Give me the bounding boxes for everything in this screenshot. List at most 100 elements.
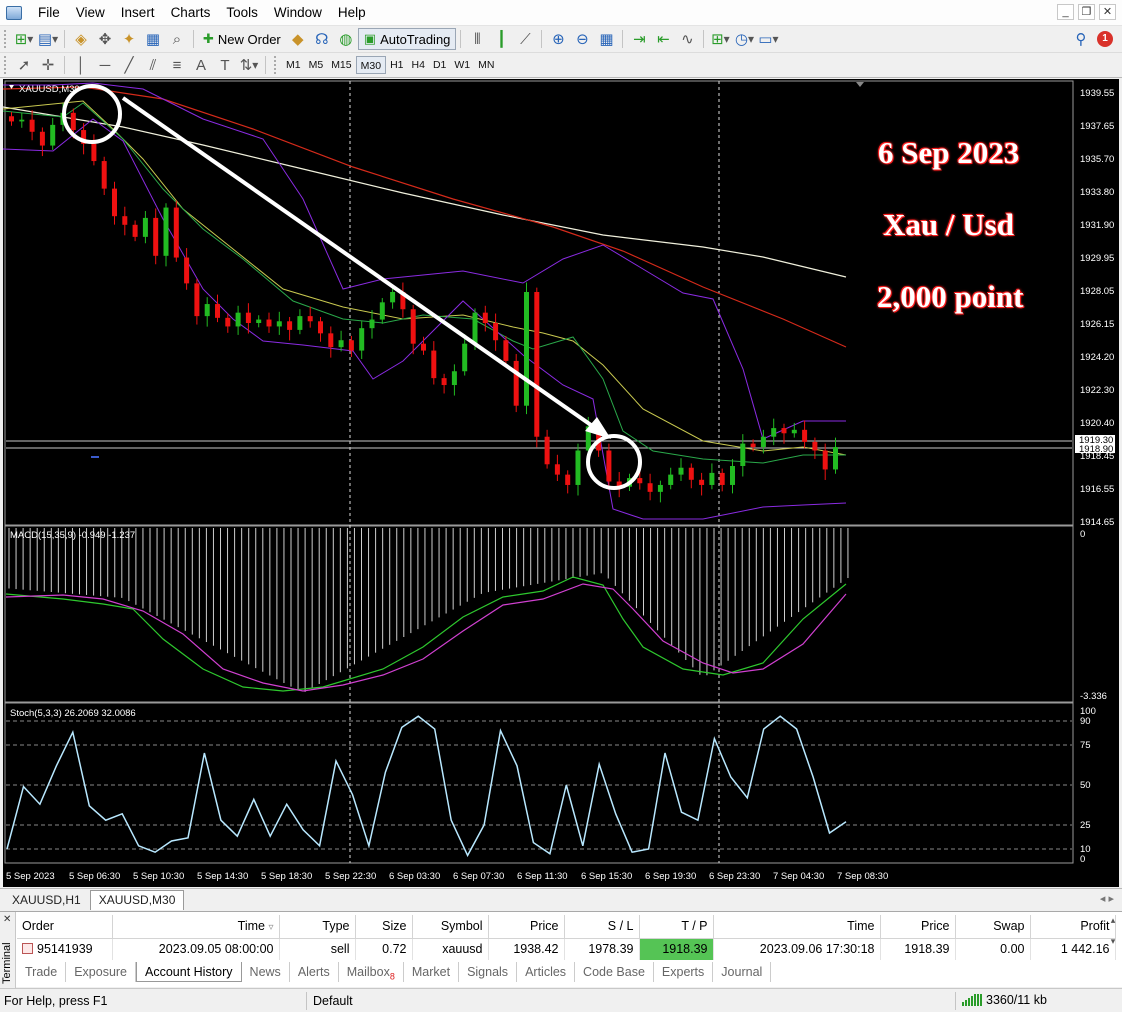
column-header-size[interactable]: Size: [355, 915, 413, 939]
zoom-in-button[interactable]: ⊕: [547, 28, 569, 50]
market-button[interactable]: ◍: [335, 28, 357, 50]
metaeditor-button[interactable]: ◆: [287, 28, 309, 50]
column-header-sl[interactable]: S / L: [564, 915, 640, 939]
timeframe-m1[interactable]: M1: [282, 56, 305, 74]
tab-exposure[interactable]: Exposure: [66, 962, 137, 982]
tab-journal[interactable]: Journal: [713, 962, 772, 982]
column-header-type[interactable]: Type: [279, 915, 356, 939]
column-header-order[interactable]: Order: [17, 915, 113, 939]
column-header-swap[interactable]: Swap: [955, 915, 1031, 939]
connection-status[interactable]: 3360/11 kb: [962, 993, 1047, 1007]
column-header-time[interactable]: Time ▿: [112, 915, 280, 939]
autoscroll-button[interactable]: ⇤: [652, 28, 674, 50]
tile-windows-button[interactable]: ▦: [595, 28, 617, 50]
data-window-button[interactable]: ✥: [94, 28, 116, 50]
periods-button[interactable]: ◷ ▾: [733, 28, 755, 50]
tab-articles[interactable]: Articles: [517, 962, 576, 982]
trendline-tool[interactable]: ╱: [118, 54, 140, 76]
crosshair-tool[interactable]: ✛: [37, 54, 59, 76]
navigator-button[interactable]: ✦: [118, 28, 140, 50]
autotrading-button[interactable]: ▣ AutoTrading: [357, 28, 457, 50]
tab-trade[interactable]: Trade: [17, 962, 67, 982]
column-header-tp[interactable]: T / P: [639, 915, 714, 939]
timeframe-d1[interactable]: D1: [429, 56, 450, 74]
timeframe-h4[interactable]: H4: [408, 56, 429, 74]
candle-body: [575, 450, 581, 485]
tab-alerts[interactable]: Alerts: [290, 962, 339, 982]
search-button[interactable]: ⚲: [1070, 28, 1092, 50]
bar-chart-button[interactable]: ⫴: [466, 28, 488, 50]
table-row[interactable]: 95141939 2023.09.05 08:00:00 sell 0.72 x…: [17, 938, 1116, 960]
price-chart-canvas[interactable]: 1939.55 1937.65 1935.70 1933.80 1931.90 …: [3, 79, 1119, 887]
terminal-scrollbar[interactable]: ▴ ▾: [1107, 915, 1119, 961]
tab-account-history[interactable]: Account History: [136, 962, 242, 982]
menu-view[interactable]: View: [68, 0, 113, 26]
tab-mailbox[interactable]: Mailbox8: [339, 962, 404, 982]
vertical-line-tool[interactable]: │: [70, 54, 92, 76]
price-axis: 1939.55 1937.65 1935.70 1933.80 1931.90 …: [1080, 88, 1114, 528]
toolbar-grip[interactable]: [4, 56, 8, 74]
toolbar-grip[interactable]: [4, 30, 8, 48]
new-order-button[interactable]: ✚ New Order: [198, 28, 286, 50]
candle-body: [225, 317, 231, 327]
tab-experts[interactable]: Experts: [654, 962, 714, 982]
timeframe-m30[interactable]: M30: [355, 56, 387, 74]
menu-file[interactable]: File: [30, 0, 68, 26]
column-header-price[interactable]: Price: [488, 915, 565, 939]
notifications-button[interactable]: 1: [1094, 28, 1116, 50]
arrows-tool[interactable]: ⇅ ▾: [238, 54, 260, 76]
signals-button[interactable]: ☊: [311, 28, 333, 50]
menu-tools[interactable]: Tools: [218, 0, 266, 26]
cursor-tool[interactable]: ➚: [13, 54, 35, 76]
timeframe-m15[interactable]: M15: [327, 56, 355, 74]
tab-market[interactable]: Market: [404, 962, 460, 982]
zoom-out-button[interactable]: ⊖: [571, 28, 593, 50]
horizontal-line-tool[interactable]: ─: [94, 54, 116, 76]
column-header-symbol[interactable]: Symbol: [412, 915, 489, 939]
new-chart-button[interactable]: ⊞ ▾: [13, 28, 35, 50]
line-chart-button[interactable]: ⟋: [514, 28, 536, 50]
chart-tab-xauusd-h1[interactable]: XAUUSD,H1: [3, 890, 90, 910]
toolbar-grip[interactable]: [274, 56, 278, 74]
restore-button[interactable]: ❐: [1078, 4, 1095, 20]
timeframe-h1[interactable]: H1: [386, 56, 407, 74]
close-button[interactable]: ✕: [1099, 4, 1116, 20]
tab-scroll-arrows-icon[interactable]: ◂ ▸: [1100, 892, 1114, 905]
menu-help[interactable]: Help: [330, 0, 374, 26]
chart-shift-button[interactable]: ⇥: [628, 28, 650, 50]
add-indicator-icon: ⊞: [711, 30, 724, 48]
minimize-button[interactable]: _: [1057, 4, 1074, 20]
cell-profit: 1 442.16: [1030, 938, 1116, 960]
notification-badge: 1: [1097, 31, 1113, 47]
menu-charts[interactable]: Charts: [163, 0, 219, 26]
strategy-tester-button[interactable]: ⌕: [166, 28, 188, 50]
tab-signals[interactable]: Signals: [459, 962, 518, 982]
chart-tab-xauusd-m30[interactable]: XAUUSD,M30: [89, 890, 185, 910]
market-watch-button[interactable]: ◈: [70, 28, 92, 50]
chart-window[interactable]: 1939.55 1937.65 1935.70 1933.80 1931.90 …: [3, 79, 1119, 887]
templates-button[interactable]: ▭ ▾: [757, 28, 779, 50]
indicators-icon: ∿: [681, 30, 694, 48]
column-header-profit[interactable]: Profit: [1030, 915, 1116, 939]
timeframe-mn[interactable]: MN: [474, 56, 498, 74]
text-tool[interactable]: A: [190, 54, 212, 76]
timeframe-m5[interactable]: M5: [305, 56, 328, 74]
column-header-close-price[interactable]: Price: [880, 915, 956, 939]
tab-code-base[interactable]: Code Base: [575, 962, 654, 982]
text-label-tool[interactable]: T: [214, 54, 236, 76]
candle-chart-button[interactable]: ┃: [490, 28, 512, 50]
profiles-button[interactable]: ▤ ▾: [37, 28, 59, 50]
timeframe-w1[interactable]: W1: [450, 56, 474, 74]
text-icon: A: [195, 56, 206, 74]
add-indicator-button[interactable]: ⊞ ▾: [709, 28, 731, 50]
menu-window[interactable]: Window: [266, 0, 330, 26]
equidistant-channel-tool[interactable]: ⫽: [142, 54, 164, 76]
terminal-toggle-button[interactable]: ▦: [142, 28, 164, 50]
tab-news[interactable]: News: [242, 962, 290, 982]
indicators-button[interactable]: ∿: [676, 28, 698, 50]
menu-insert[interactable]: Insert: [113, 0, 163, 26]
fibonacci-tool[interactable]: ≡: [166, 54, 188, 76]
column-header-close-time[interactable]: Time: [713, 915, 881, 939]
star-navigator-icon: ✦: [122, 30, 136, 48]
terminal-close-icon[interactable]: ✕: [3, 914, 11, 925]
